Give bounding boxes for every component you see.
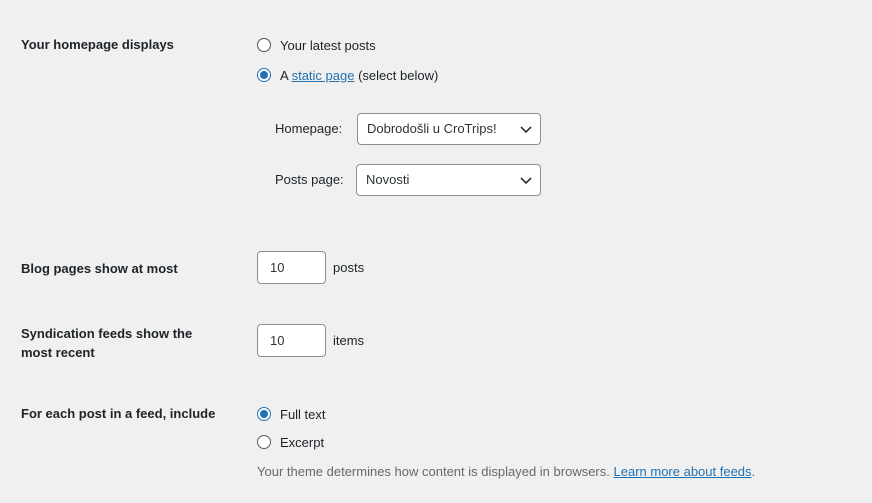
posts-page-select[interactable]: Novosti [356,164,541,196]
radio-static-page[interactable] [257,68,271,82]
static-suffix: (select below) [358,67,439,83]
radio-latest-posts-label[interactable]: Your latest posts [280,38,376,53]
syndication-input[interactable]: 10 [257,324,326,357]
posts-page-select-value: Novosti [366,172,410,187]
radio-excerpt-label[interactable]: Excerpt [280,435,324,450]
radio-full-text-row[interactable]: Full text [257,404,326,424]
posts-page-select-label: Posts page: [275,172,344,187]
chevron-down-icon [520,126,532,134]
blog-pages-label: Blog pages show at most [21,261,178,276]
learn-more-feeds-link[interactable]: Learn more about feeds [614,464,752,479]
homepage-displays-label: Your homepage displays [21,37,174,52]
static-page-link[interactable]: static page [292,68,355,83]
static-prefix: A [280,67,288,83]
syndication-suffix: items [333,333,365,348]
feed-description-text: Your theme determines how content is dis… [257,464,610,479]
radio-latest-posts-row[interactable]: Your latest posts [257,35,376,55]
feed-description-period: . [751,464,756,479]
radio-full-text[interactable] [257,407,271,421]
homepage-select-label: Homepage: [275,121,343,136]
feed-include-label: For each post in a feed, include [21,406,216,421]
radio-static-page-row[interactable]: A static page (select below) [257,65,438,85]
radio-static-page-label[interactable]: A static page (select below) [280,68,438,83]
syndication-label-line2: most recent [21,345,95,360]
reading-settings-form: Your homepage displays Your latest posts… [0,0,872,503]
homepage-select-value: Dobrodošli u CroTrips! [367,121,497,136]
feed-description: Your theme determines how content is dis… [257,462,755,482]
homepage-select[interactable]: Dobrodošli u CroTrips! [357,113,541,145]
chevron-down-icon [520,177,532,185]
syndication-label-line1: Syndication feeds show the [21,326,193,341]
radio-excerpt-row[interactable]: Excerpt [257,432,324,452]
blog-pages-input[interactable]: 10 [257,251,326,284]
blog-pages-suffix: posts [333,260,365,275]
radio-full-text-label[interactable]: Full text [280,407,326,422]
radio-excerpt[interactable] [257,435,271,449]
radio-latest-posts[interactable] [257,38,271,52]
